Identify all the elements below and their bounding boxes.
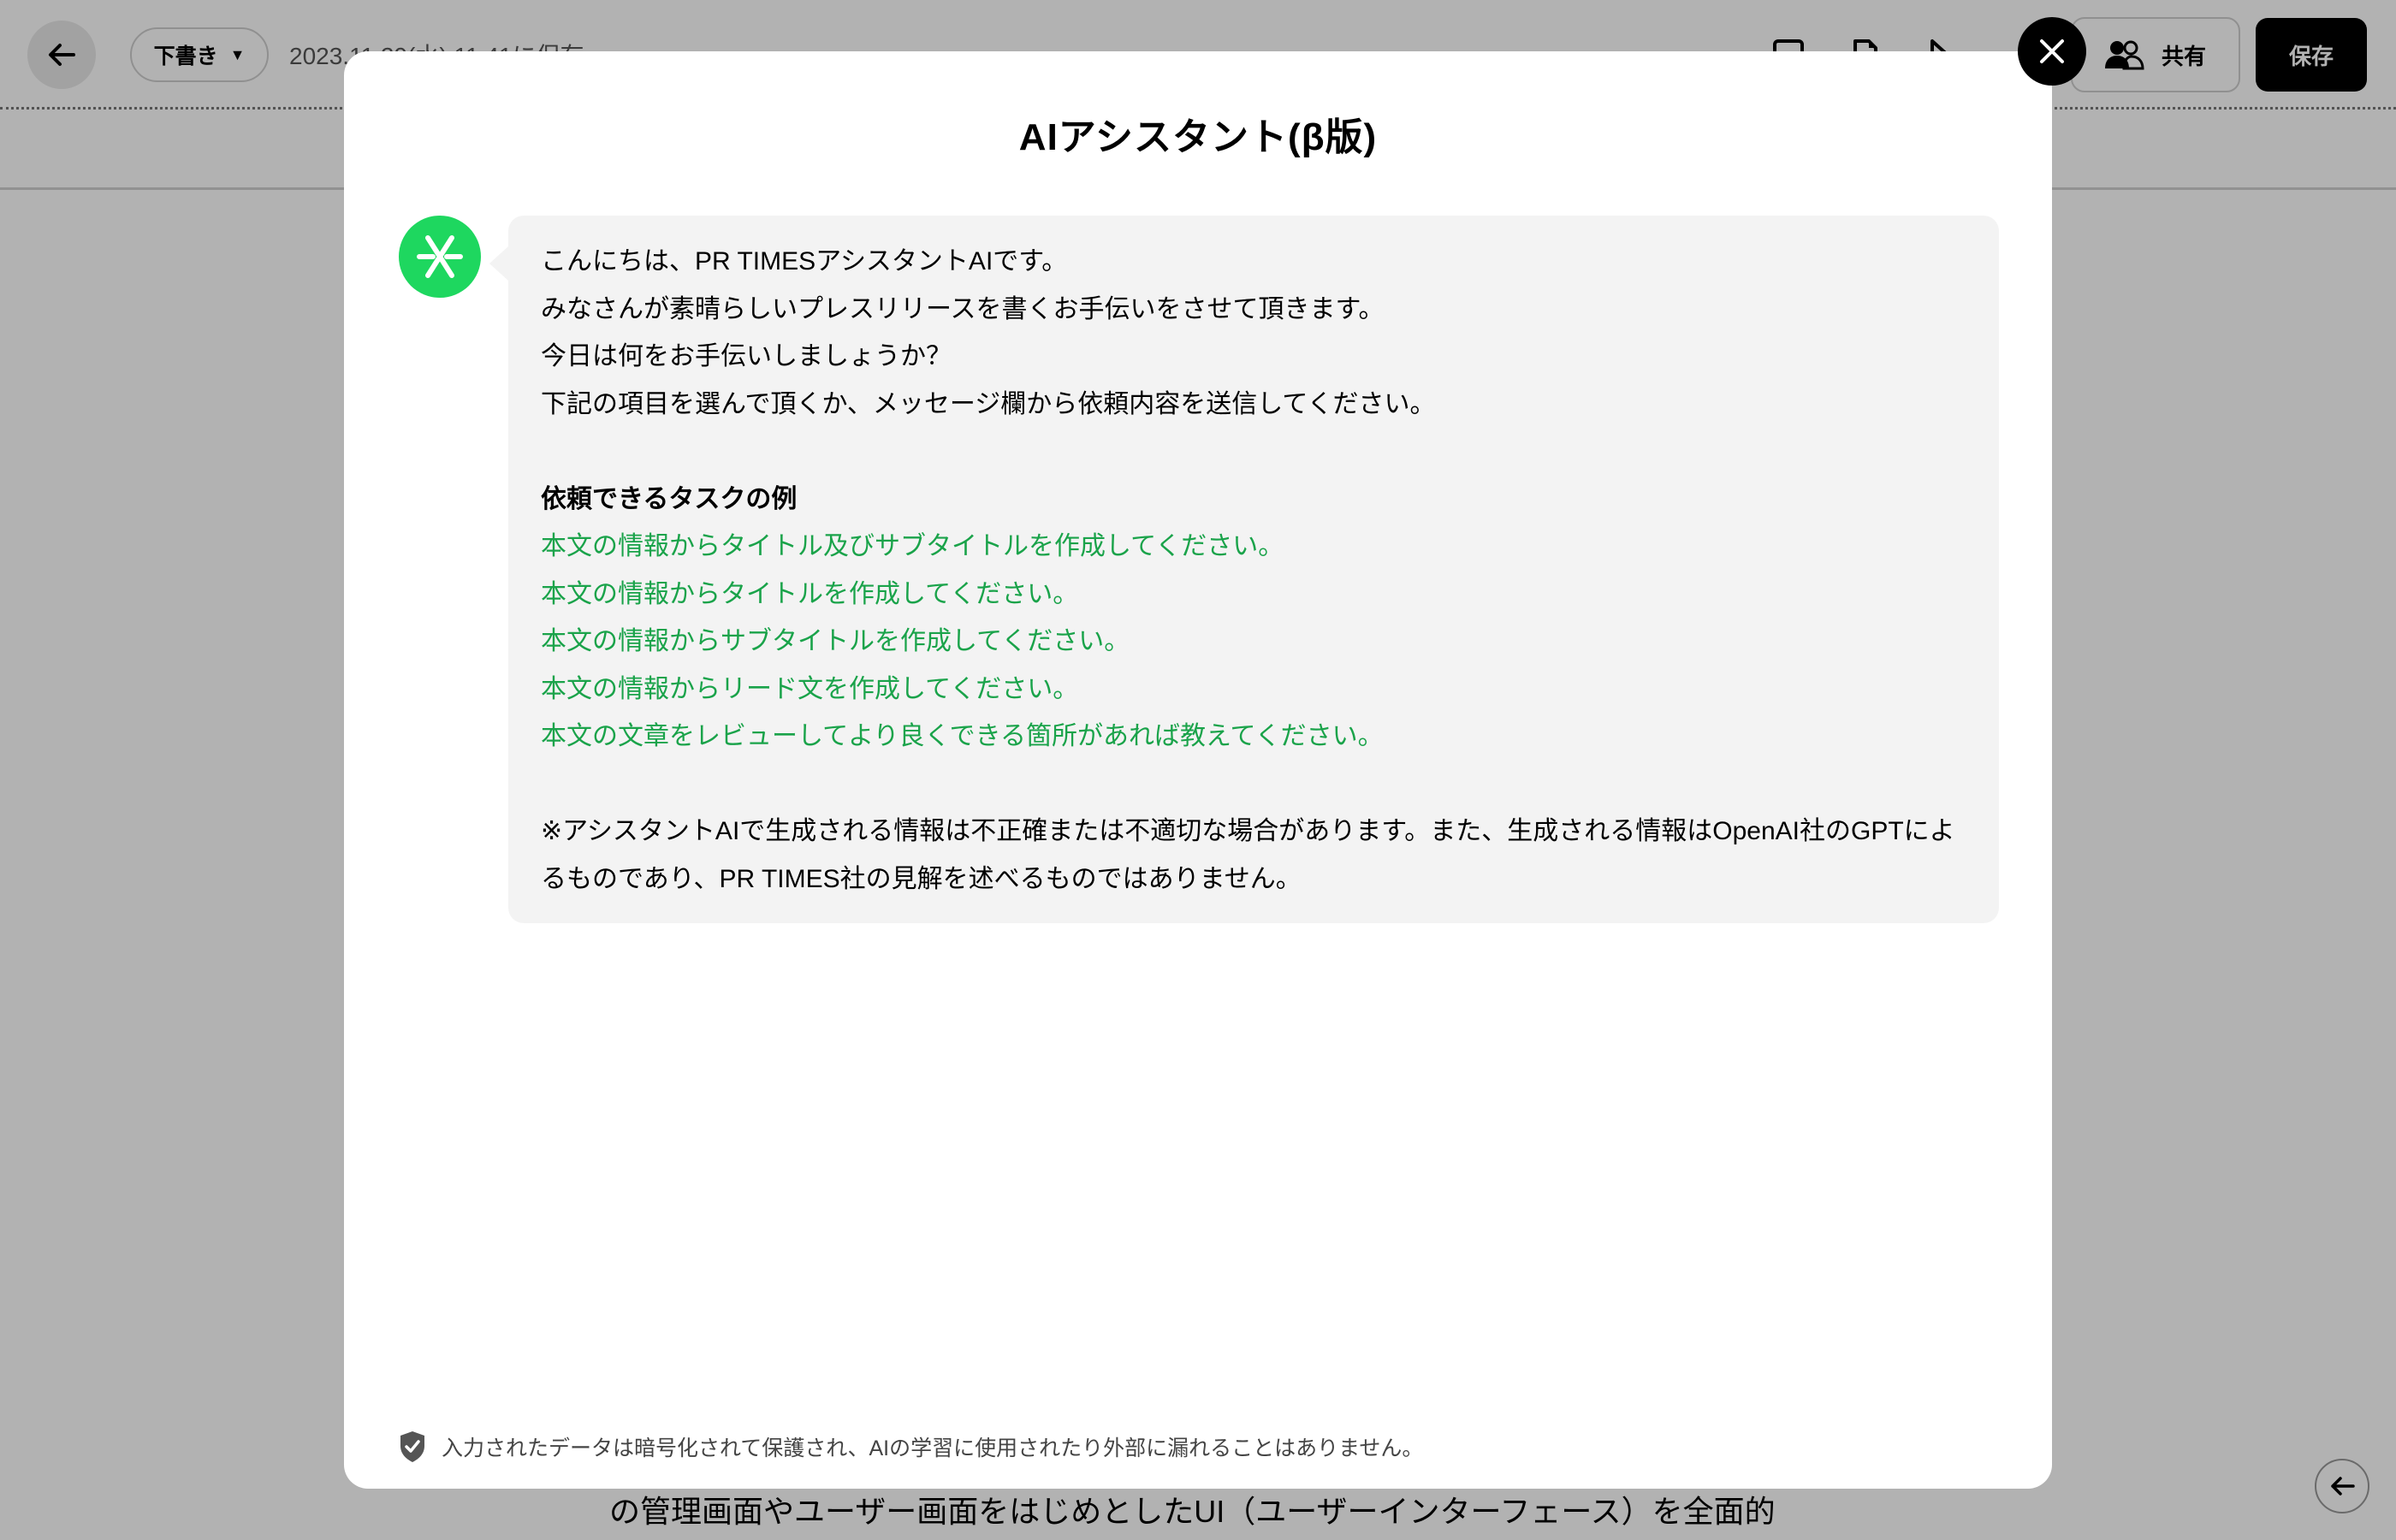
assistant-logo-icon — [417, 235, 463, 278]
modal-title: AIアシスタント(β版) — [1018, 116, 1378, 158]
close-icon — [2040, 39, 2064, 63]
ai-assistant-modal: AIアシスタント(β版) こんにちは、PR TIMESアシスタントAIです。 み… — [344, 51, 2052, 1489]
assistant-avatar — [399, 216, 481, 298]
task-suggestion-review[interactable]: 本文の文章をレビューしてより良くできる箇所があれば教えてください。 — [541, 713, 1968, 761]
modal-close-button[interactable] — [2018, 17, 2086, 86]
greeting-line: 下記の項目を選んで頂くか、メッセージ欄から依頼内容を送信してください。 — [541, 389, 1436, 418]
task-suggestion-lead[interactable]: 本文の情報からリード文を作成してください。 — [541, 666, 1968, 714]
assistant-message-bubble: こんにちは、PR TIMESアシスタントAIです。 みなさんが素晴らしいプレスリ… — [489, 216, 1999, 923]
greeting-line: みなさんが素晴らしいプレスリリースを書くお手伝いをさせて頂きます。 — [541, 294, 1385, 323]
shield-check-icon — [400, 1431, 424, 1462]
greeting-line: 今日は何をお手伝いしましょうか？ — [541, 342, 952, 370]
greeting-line: こんにちは、PR TIMESアシスタントAIです。 — [541, 247, 1068, 275]
task-suggestion-title[interactable]: 本文の情報からタイトルを作成してください。 — [541, 571, 1968, 619]
privacy-notice-text: 入力されたデータは暗号化されて保護され、AIの学習に使用されたり外部に漏れること… — [442, 1436, 1424, 1460]
privacy-notice: 入力されたデータは暗号化されて保護され、AIの学習に使用されたり外部に漏れること… — [399, 1430, 1423, 1463]
task-suggestion-subtitle[interactable]: 本文の情報からサブタイトルを作成してください。 — [541, 618, 1968, 666]
disclaimer-text: ※アシスタントAIで生成される情報は不正確または不適切な場合があります。また、生… — [541, 817, 1955, 893]
tasks-heading: 依頼できるタスクの例 — [541, 484, 798, 513]
task-suggestion-title-and-subtitle[interactable]: 本文の情報からタイトル及びサブタイトルを作成してください。 — [541, 523, 1968, 571]
